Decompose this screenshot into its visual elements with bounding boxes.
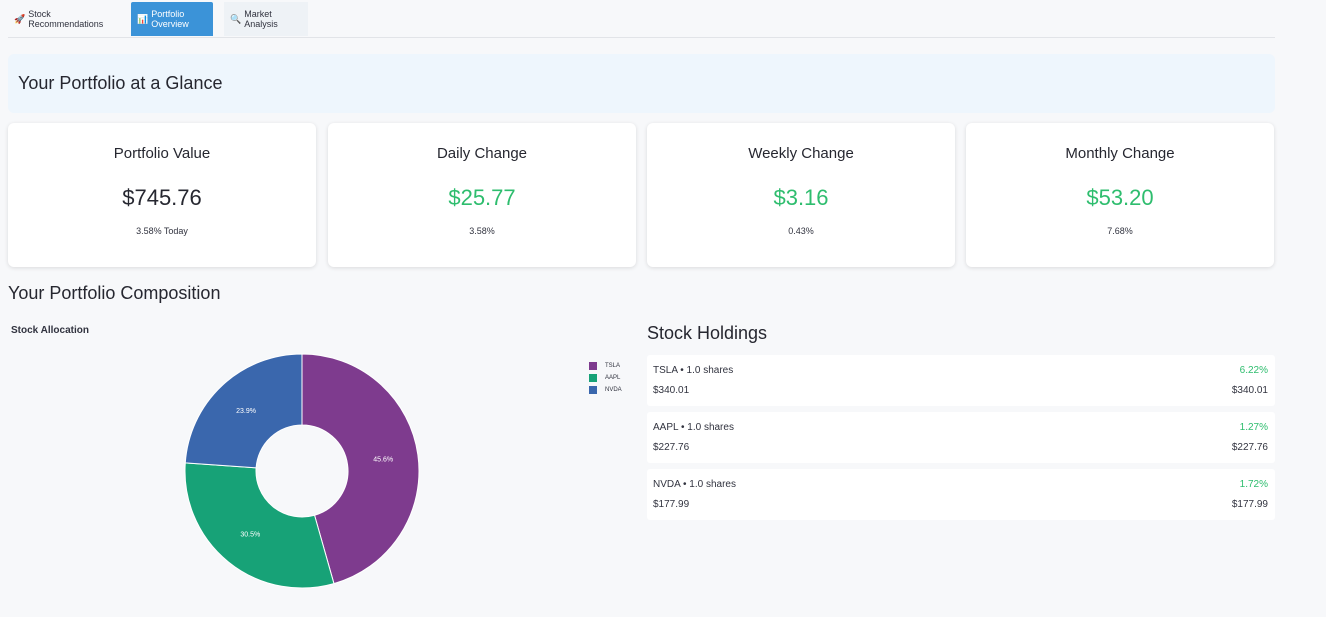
- holdings-heading: Stock Holdings: [647, 323, 768, 343]
- slice-label-nvda: 23.9%: [236, 408, 256, 415]
- holding-percent: 1.27%: [1239, 422, 1268, 433]
- holding-symbol: TSLA • 1.0 shares: [653, 365, 734, 376]
- holding-value: $340.01: [1231, 385, 1268, 396]
- weekly-change-card: Weekly Change $3.16 0.43%: [647, 123, 955, 267]
- monthly-change-card: Monthly Change $53.20 7.68%: [966, 123, 1274, 267]
- holding-price: $177.99: [653, 499, 690, 510]
- holding-row-aapl: AAPL • 1.0 shares 1.27% $227.76 $227.76: [647, 412, 1275, 463]
- holding-value: $177.99: [1231, 499, 1268, 510]
- holding-percent: 1.72%: [1239, 479, 1268, 490]
- slice-label-tsla: 45.6%: [373, 457, 393, 464]
- card-title: Monthly Change: [1065, 145, 1175, 162]
- holding-row-nvda: NVDA • 1.0 shares 1.72% $177.99 $177.99: [647, 469, 1275, 520]
- legend-item-tsla[interactable]: TSLA: [589, 360, 622, 372]
- legend-swatch: [589, 374, 597, 382]
- legend-label: AAPL: [605, 375, 621, 381]
- holding-price: $340.01: [653, 385, 690, 396]
- holding-symbol: NVDA • 1.0 shares: [653, 479, 736, 490]
- card-subtext: 7.68%: [1107, 226, 1133, 236]
- legend-item-aapl[interactable]: AAPL: [589, 372, 622, 384]
- allocation-donut-chart[interactable]: 45.6% 30.5% 23.9%: [0, 0, 640, 617]
- legend-label: NVDA: [605, 387, 622, 393]
- card-title: Weekly Change: [748, 145, 854, 162]
- chart-legend: TSLA AAPL NVDA: [589, 360, 622, 396]
- legend-swatch: [589, 386, 597, 394]
- holding-price: $227.76: [653, 442, 690, 453]
- slice-aapl[interactable]: [184, 462, 335, 589]
- legend-swatch: [589, 362, 597, 370]
- legend-label: TSLA: [605, 363, 621, 369]
- holding-symbol: AAPL • 1.0 shares: [653, 422, 734, 433]
- card-value: $3.16: [773, 185, 829, 210]
- card-subtext: 0.43%: [788, 226, 814, 236]
- holding-row-tsla: TSLA • 1.0 shares 6.22% $340.01 $340.01: [647, 355, 1275, 406]
- slice-label-aapl: 30.5%: [240, 532, 260, 539]
- card-value: $53.20: [1086, 185, 1154, 210]
- holding-value: $227.76: [1231, 442, 1268, 453]
- legend-item-nvda[interactable]: NVDA: [589, 384, 622, 396]
- holding-percent: 6.22%: [1239, 365, 1268, 376]
